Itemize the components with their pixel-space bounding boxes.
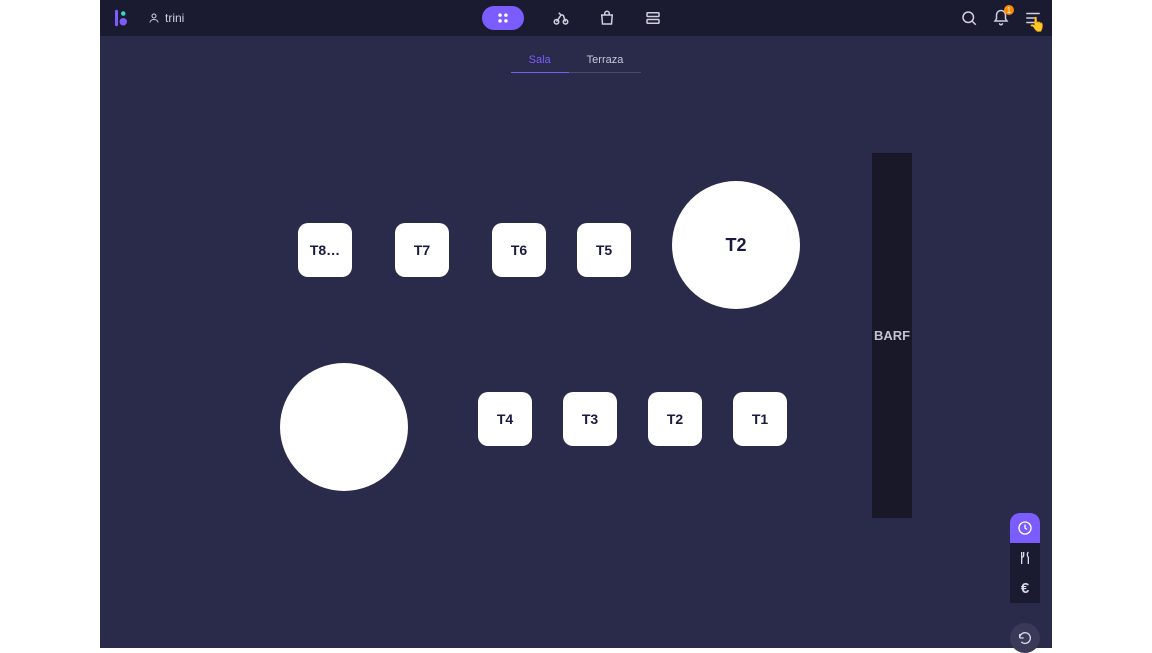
nav-delivery-icon[interactable] [552, 9, 570, 27]
floor-plan: T8… T7 T6 T5 T2 T4 T3 T2 T1 BARF € [100, 73, 1052, 648]
logo-icon [112, 9, 130, 27]
menu-icon[interactable] [1024, 9, 1042, 27]
topbar-right: 1 [960, 9, 1042, 27]
table-label: T4 [497, 411, 513, 427]
nav-list-icon[interactable] [644, 9, 662, 27]
nav-tables-button[interactable] [482, 6, 524, 30]
table-t8[interactable]: T8… [298, 223, 352, 277]
app-frame: trini 1 [100, 0, 1052, 648]
table-t7[interactable]: T7 [395, 223, 449, 277]
table-label: T5 [596, 242, 612, 258]
table-big-blank[interactable] [280, 363, 408, 491]
table-t6[interactable]: T6 [492, 223, 546, 277]
nav-bag-icon[interactable] [598, 9, 616, 27]
refresh-button[interactable] [1010, 623, 1040, 653]
table-big-t2[interactable]: T2 [672, 181, 800, 309]
table-label: T8… [310, 242, 340, 258]
table-label: T3 [582, 411, 598, 427]
euro-label: € [1021, 580, 1029, 597]
notifications-icon[interactable]: 1 [992, 9, 1010, 27]
table-label: T1 [752, 411, 768, 427]
table-t3[interactable]: T3 [563, 392, 617, 446]
table-t4[interactable]: T4 [478, 392, 532, 446]
float-rail: € [1010, 513, 1040, 653]
bar-element[interactable]: BARF [872, 153, 912, 518]
bar-label: BARF [874, 328, 910, 343]
table-t5[interactable]: T5 [577, 223, 631, 277]
table-label: T2 [667, 411, 683, 427]
search-icon[interactable] [960, 9, 978, 27]
tab-terraza[interactable]: Terraza [569, 50, 642, 73]
cutlery-button[interactable] [1010, 543, 1040, 573]
area-tabs: Sala Terraza [100, 50, 1052, 73]
table-t1[interactable]: T1 [733, 392, 787, 446]
clock-button[interactable] [1010, 513, 1040, 543]
notification-badge: 1 [1004, 5, 1014, 15]
topbar: trini 1 [100, 0, 1052, 36]
user-name-label: trini [165, 11, 184, 25]
euro-button[interactable]: € [1010, 573, 1040, 603]
table-label: T7 [414, 242, 430, 258]
table-label: T6 [511, 242, 527, 258]
tab-label: Terraza [587, 54, 624, 66]
table-label: T2 [725, 235, 746, 256]
nav-center [482, 6, 662, 30]
user-chip[interactable]: trini [148, 11, 184, 25]
tab-sala[interactable]: Sala [511, 50, 569, 73]
table-t2-small[interactable]: T2 [648, 392, 702, 446]
tab-label: Sala [529, 54, 551, 66]
